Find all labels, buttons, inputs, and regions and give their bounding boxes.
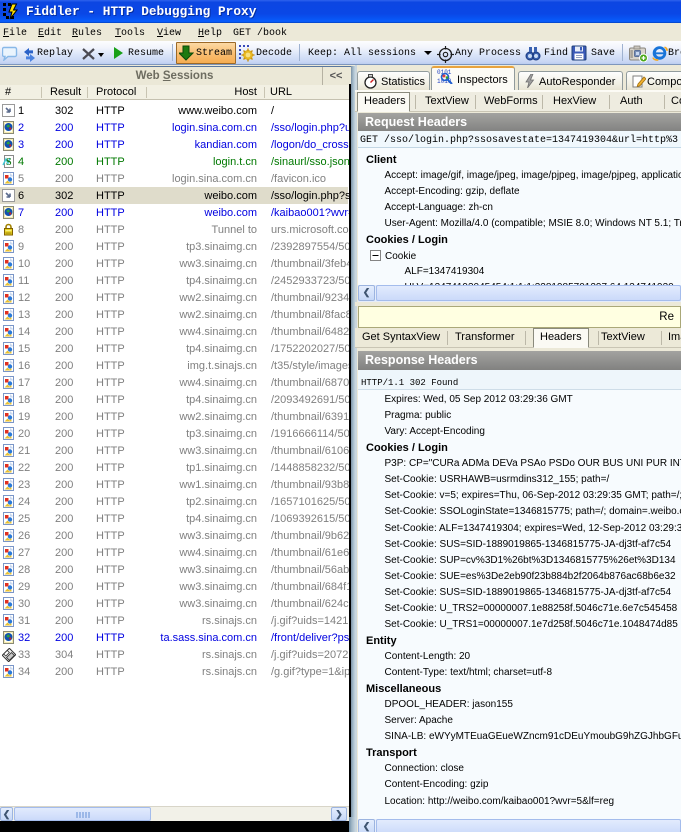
svg-text:S: S [6,157,12,168]
